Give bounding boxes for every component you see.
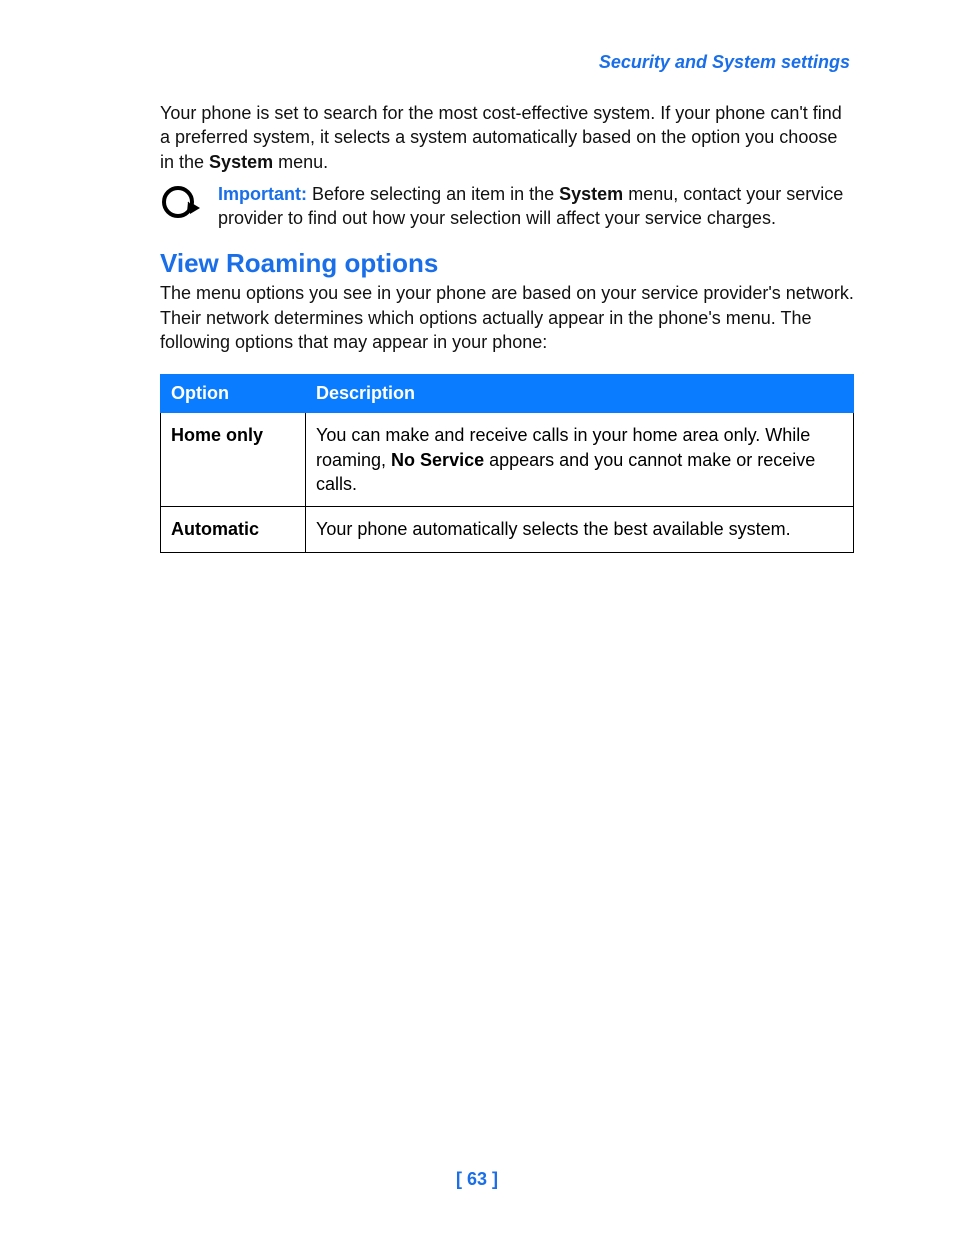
desc-pre: Your phone automatically selects the bes… (316, 519, 791, 539)
important-text: Important: Before selecting an item in t… (218, 182, 854, 231)
important-label: Important: (218, 184, 307, 204)
roaming-options-table: Option Description Home only You can mak… (160, 374, 854, 552)
intro-bold-system: System (209, 152, 273, 172)
section-paragraph: The menu options you see in your phone a… (160, 281, 854, 354)
important-note: Important: Before selecting an item in t… (160, 182, 854, 231)
important-icon (160, 184, 210, 229)
intro-paragraph: Your phone is set to search for the most… (160, 101, 854, 174)
table-header-option: Option (161, 375, 306, 413)
page-number: [ 63 ] (0, 1169, 954, 1190)
table-row: Automatic Your phone automatically selec… (161, 507, 854, 552)
intro-text-2: menu. (273, 152, 328, 172)
description-cell: Your phone automatically selects the bes… (306, 507, 854, 552)
page-header: Security and System settings (160, 52, 854, 73)
important-text-1: Before selecting an item in the (307, 184, 559, 204)
desc-bold: No Service (391, 450, 484, 470)
option-cell: Automatic (161, 507, 306, 552)
table-header-description: Description (306, 375, 854, 413)
table-header-row: Option Description (161, 375, 854, 413)
section-heading: View Roaming options (160, 248, 854, 279)
important-bold-system: System (559, 184, 623, 204)
option-cell: Home only (161, 413, 306, 507)
description-cell: You can make and receive calls in your h… (306, 413, 854, 507)
table-row: Home only You can make and receive calls… (161, 413, 854, 507)
